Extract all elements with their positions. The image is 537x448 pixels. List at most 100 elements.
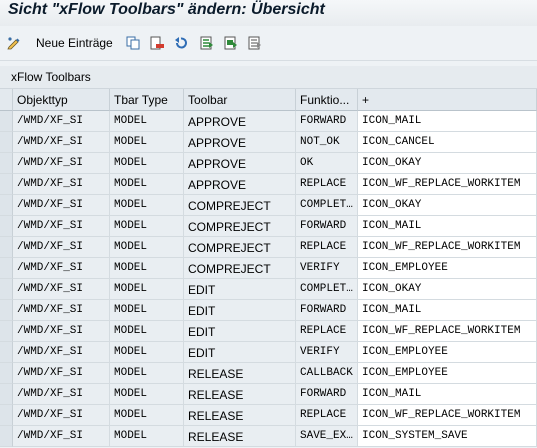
table-row[interactable]: /WMD/XF_SI MODEL RELEASE FORWARD ICON_MAIL <box>0 384 537 405</box>
cell-text: /WMD/XF_SI <box>17 199 84 211</box>
cell-text: ICON_EMPLOYEE <box>362 346 448 358</box>
column-header-tbar-type[interactable]: Tbar Type <box>110 89 184 111</box>
row-selector[interactable] <box>0 237 13 258</box>
table-row[interactable]: /WMD/XF_SI MODEL APPROVE REPLACE ICON_WF_REP… <box>0 174 537 195</box>
cell-tbar-type: MODEL <box>110 279 184 300</box>
cell-icon[interactable]: ICON_MAIL <box>358 300 537 321</box>
row-selector[interactable] <box>0 384 13 405</box>
table-row[interactable]: /WMD/XF_SI MODEL RELEASE SAVE_EX… ICON_SYSTE… <box>0 426 537 447</box>
cell-text: NOT_OK <box>300 136 340 148</box>
table-row[interactable]: /WMD/XF_SI MODEL COMPREJECT VERIFY ICON_EMPL… <box>0 258 537 279</box>
cell-icon[interactable]: ICON_SYSTEM_SAVE <box>358 426 537 447</box>
cell-text: MODEL <box>114 430 148 442</box>
cell-toolbar: APPROVE <box>184 153 296 174</box>
cell-icon[interactable]: ICON_WF_REPLACE_WORKITEM <box>358 174 537 195</box>
cell-funktion: REPLACE <box>296 174 358 195</box>
column-header-objekttyp[interactable]: Objekttyp <box>13 89 110 111</box>
cell-text: ICON_WF_REPLACE_WORKITEM <box>362 325 521 337</box>
cell-text: ICON_WF_REPLACE_WORKITEM <box>362 409 521 421</box>
cell-text: MODEL <box>114 136 148 148</box>
cell-text: ICON_WF_REPLACE_WORKITEM <box>362 178 521 190</box>
cell-icon[interactable]: ICON_EMPLOYEE <box>358 342 537 363</box>
cell-icon[interactable]: ICON_WF_REPLACE_WORKITEM <box>358 405 537 426</box>
table-row[interactable]: /WMD/XF_SI MODEL EDIT VERIFY ICON_EMPLOYEE <box>0 342 537 363</box>
cell-icon[interactable]: ICON_CANCEL <box>358 132 537 153</box>
cell-icon[interactable]: ICON_OKAY <box>358 153 537 174</box>
table-row[interactable]: /WMD/XF_SI MODEL APPROVE FORWARD ICON_MAIL <box>0 111 537 132</box>
cell-text: COMPLET… <box>300 283 353 295</box>
row-selector[interactable] <box>0 321 13 342</box>
cell-text: OK <box>300 157 314 169</box>
cell-objekttyp: /WMD/XF_SI <box>13 384 110 405</box>
row-selector[interactable] <box>0 216 13 237</box>
row-selector[interactable] <box>0 405 13 426</box>
cell-icon[interactable]: ICON_MAIL <box>358 216 537 237</box>
select-block-icon[interactable] <box>224 35 238 51</box>
cell-text: /WMD/XF_SI <box>17 115 84 127</box>
cell-icon[interactable]: ICON_EMPLOYEE <box>358 363 537 384</box>
cell-text: /WMD/XF_SI <box>17 157 84 169</box>
cell-icon[interactable]: ICON_EMPLOYEE <box>358 258 537 279</box>
edit-toggle-icon[interactable] <box>7 35 21 51</box>
deselect-all-icon[interactable] <box>248 35 262 51</box>
cell-text: MODEL <box>114 220 148 232</box>
cell-funktion: CALLBACK <box>296 363 358 384</box>
row-selector[interactable] <box>0 342 13 363</box>
cell-text: ICON_SYSTEM_SAVE <box>362 430 468 442</box>
cell-objekttyp: /WMD/XF_SI <box>13 405 110 426</box>
row-selector[interactable] <box>0 174 13 195</box>
table-row[interactable]: /WMD/XF_SI MODEL APPROVE NOT_OK ICON_CANCEL <box>0 132 537 153</box>
table-row[interactable]: /WMD/XF_SI MODEL COMPREJECT FORWARD ICON_MAI… <box>0 216 537 237</box>
row-selector[interactable] <box>0 279 13 300</box>
cell-objekttyp: /WMD/XF_SI <box>13 174 110 195</box>
undo-icon[interactable] <box>174 35 188 51</box>
row-selector[interactable] <box>0 363 13 384</box>
row-selector[interactable] <box>0 132 13 153</box>
table-row[interactable]: /WMD/XF_SI MODEL EDIT REPLACE ICON_WF_REPLAC… <box>0 321 537 342</box>
select-all-icon[interactable] <box>200 35 214 51</box>
column-header-toolbar[interactable]: Toolbar <box>184 89 296 111</box>
cell-icon[interactable]: ICON_MAIL <box>358 111 537 132</box>
cell-tbar-type: MODEL <box>110 258 184 279</box>
cell-tbar-type: MODEL <box>110 195 184 216</box>
cell-text: ICON_CANCEL <box>362 136 435 148</box>
cell-icon[interactable]: ICON_MAIL <box>358 384 537 405</box>
cell-text: /WMD/XF_SI <box>17 325 84 337</box>
cell-icon[interactable]: ICON_WF_REPLACE_WORKITEM <box>358 237 537 258</box>
row-selector[interactable] <box>0 426 13 447</box>
column-header-plus[interactable]: + <box>358 89 537 111</box>
panel-title: xFlow Toolbars <box>11 70 91 84</box>
row-selector[interactable] <box>0 153 13 174</box>
cell-toolbar: APPROVE <box>184 132 296 153</box>
cell-icon[interactable]: ICON_OKAY <box>358 279 537 300</box>
cell-objekttyp: /WMD/XF_SI <box>13 258 110 279</box>
cell-text: MODEL <box>114 325 148 337</box>
table-row[interactable]: /WMD/XF_SI MODEL EDIT COMPLET… ICON_OKAY <box>0 279 537 300</box>
cell-icon[interactable]: ICON_WF_REPLACE_WORKITEM <box>358 321 537 342</box>
new-entries-button[interactable]: Neue Einträge <box>36 36 113 50</box>
table-row[interactable]: /WMD/XF_SI MODEL COMPREJECT COMPLET… ICON_OK… <box>0 195 537 216</box>
cell-toolbar: COMPREJECT <box>184 258 296 279</box>
cell-icon[interactable]: ICON_OKAY <box>358 195 537 216</box>
table-row[interactable]: /WMD/XF_SI MODEL COMPREJECT REPLACE ICON_WF_… <box>0 237 537 258</box>
cell-funktion: FORWARD <box>296 111 358 132</box>
table-row[interactable]: /WMD/XF_SI MODEL RELEASE CALLBACK ICON_EMPLO… <box>0 363 537 384</box>
cell-text: /WMD/XF_SI <box>17 430 84 442</box>
row-selector[interactable] <box>0 195 13 216</box>
table-row[interactable]: /WMD/XF_SI MODEL RELEASE REPLACE ICON_WF_REP… <box>0 405 537 426</box>
cell-funktion: COMPLET… <box>296 279 358 300</box>
cell-toolbar: RELEASE <box>184 426 296 447</box>
cell-funktion: FORWARD <box>296 384 358 405</box>
cell-text: APPROVE <box>188 157 247 171</box>
select-all-column-header[interactable] <box>0 89 13 111</box>
copy-icon[interactable] <box>126 35 140 51</box>
row-selector[interactable] <box>0 300 13 321</box>
delete-icon[interactable] <box>150 35 164 51</box>
row-selector[interactable] <box>0 258 13 279</box>
table-row[interactable]: /WMD/XF_SI MODEL EDIT FORWARD ICON_MAIL <box>0 300 537 321</box>
cell-text: APPROVE <box>188 136 247 150</box>
row-selector[interactable] <box>0 111 13 132</box>
cell-text: ICON_OKAY <box>362 199 422 211</box>
column-header-funktion[interactable]: Funktio... <box>296 89 358 111</box>
table-row[interactable]: /WMD/XF_SI MODEL APPROVE OK ICON_OKAY <box>0 153 537 174</box>
